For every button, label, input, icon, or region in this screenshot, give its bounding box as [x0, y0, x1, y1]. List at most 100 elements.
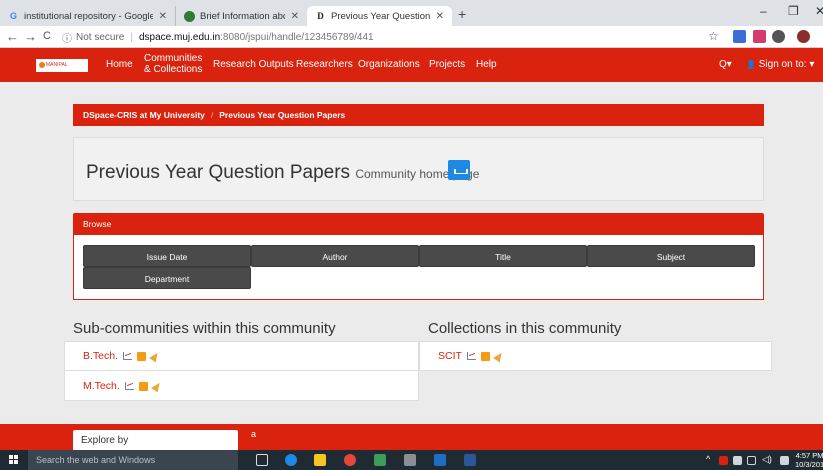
collection-link[interactable]: SCIT	[438, 350, 462, 362]
breadcrumb-current: Previous Year Question Papers	[219, 110, 346, 120]
rss-feed-icon[interactable]	[480, 351, 490, 361]
minimize-button[interactable]: –	[760, 4, 767, 18]
statistics-icon[interactable]	[123, 352, 133, 360]
volume-icon[interactable]: ◁)	[762, 454, 772, 465]
subcommunity-link[interactable]: M.Tech.	[83, 380, 120, 392]
browse-subject-button[interactable]: Subject	[587, 245, 755, 267]
url-path: :8080/jspui/handle/123456789/441	[220, 31, 374, 43]
list-item: SCIT	[420, 342, 771, 370]
forward-arrow-icon[interactable]: →	[24, 29, 37, 44]
page-title-text: Previous Year Question Papers	[86, 162, 351, 183]
footer-text: a	[251, 429, 257, 439]
info-icon[interactable]: ⓘ	[62, 30, 72, 45]
tab-close-icon[interactable]: ✕	[436, 11, 444, 22]
list-item: B.Tech.	[65, 342, 418, 371]
browser-toolbar: ← → C ⓘ Not secure | dspace.muj.edu.in :…	[0, 26, 823, 48]
app-icon[interactable]	[404, 454, 416, 466]
browse-panel-heading: Browse	[73, 213, 764, 235]
google-icon: G	[9, 10, 17, 21]
bookmark-star-icon[interactable]: ☆	[708, 29, 719, 43]
browse-author-button[interactable]: Author	[251, 245, 419, 267]
extension-icon[interactable]	[733, 30, 746, 43]
chrome-browser-icon[interactable]	[344, 454, 356, 466]
nav-help[interactable]: Help	[476, 59, 497, 70]
nav-communities-collections[interactable]: Communities & Collections	[144, 53, 202, 75]
breadcrumb: DSpace-CRIS at My University / Previous …	[73, 104, 764, 126]
statistics-icon[interactable]	[448, 160, 470, 180]
reload-icon[interactable]: C	[43, 30, 51, 42]
network-icon[interactable]	[747, 456, 756, 465]
extension-icon[interactable]	[753, 30, 766, 43]
clock-time: 4:57 PM	[795, 451, 823, 460]
subscribe-icon[interactable]	[493, 350, 505, 362]
outlook-icon[interactable]	[434, 454, 446, 466]
clock-date: 10/3/201	[795, 460, 823, 469]
app-icon[interactable]	[374, 454, 386, 466]
site-navbar: MANIPAL UNIVERSITY Home Communities & Co…	[0, 48, 823, 82]
sign-on-label: Sign on to: ▾	[758, 59, 815, 70]
tab-title: Brief Information about Institutio	[200, 10, 285, 22]
nav-communities-line1: Communities	[144, 53, 203, 64]
tray-chevron-icon[interactable]: ^	[706, 454, 710, 464]
notifications-icon[interactable]	[780, 456, 789, 465]
nav-home[interactable]: Home	[106, 59, 133, 70]
browser-tab-strip: G institutional repository - Google ✕ Br…	[0, 0, 823, 26]
explore-by-panel: Explore by	[73, 430, 238, 450]
browser-tab-brief-info[interactable]: Brief Information about Institutio ✕	[175, 6, 307, 26]
extension-icon[interactable]	[772, 30, 785, 43]
taskbar-clock[interactable]: 4:57 PM 10/3/201	[795, 451, 823, 469]
page-footer: Explore by a	[0, 424, 823, 450]
close-window-button[interactable]: ✕	[815, 4, 823, 18]
browser-tab-google-search[interactable]: G institutional repository - Google ✕	[0, 6, 175, 26]
subscribe-icon[interactable]	[150, 380, 163, 392]
user-icon: 👤	[746, 60, 756, 69]
back-arrow-icon[interactable]: ←	[6, 29, 19, 44]
maximize-button[interactable]: ❐	[788, 4, 799, 18]
tab-close-icon[interactable]: ✕	[291, 11, 299, 22]
tab-title: institutional repository - Google	[24, 10, 153, 22]
collections-heading: Collections in this community	[428, 320, 622, 337]
tray-app-icon[interactable]	[719, 456, 728, 465]
sign-on-menu[interactable]: 👤 Sign on to: ▾	[746, 59, 814, 70]
windows-taskbar: Search the web and Windows ^ ◁) 4:57 PM …	[0, 450, 823, 470]
edge-browser-icon[interactable]	[285, 454, 297, 466]
community-header: Previous Year Question Papers Community …	[73, 137, 764, 201]
taskbar-search-box[interactable]: Search the web and Windows	[28, 450, 238, 470]
nav-organizations[interactable]: Organizations	[358, 59, 420, 70]
nav-projects[interactable]: Projects	[429, 59, 465, 70]
browse-title-button[interactable]: Title	[419, 245, 587, 267]
browse-department-button[interactable]: Department	[83, 267, 251, 289]
windows-start-icon[interactable]	[9, 455, 19, 465]
subcommunities-list: B.Tech. M.Tech.	[64, 341, 419, 401]
nav-communities-line2: & Collections	[144, 64, 203, 75]
task-view-icon[interactable]	[256, 454, 268, 466]
statistics-icon[interactable]	[466, 352, 476, 360]
browse-panel: Issue Date Author Title Subject Departme…	[73, 235, 764, 300]
profile-avatar[interactable]	[797, 30, 810, 43]
subcommunity-link[interactable]: B.Tech.	[83, 350, 118, 362]
nav-research-outputs[interactable]: Research Outputs	[213, 59, 294, 70]
new-tab-button[interactable]: +	[458, 6, 466, 22]
address-bar[interactable]: ⓘ Not secure | dspace.muj.edu.in :8080/j…	[62, 28, 682, 46]
subcommunities-heading: Sub-communities within this community	[73, 320, 336, 337]
battery-icon[interactable]	[733, 456, 742, 465]
search-icon[interactable]: Q▾	[719, 59, 732, 70]
security-label: Not secure	[76, 31, 125, 43]
tab-title: Previous Year Question Papers | D	[331, 10, 430, 22]
rss-feed-icon[interactable]	[137, 351, 147, 361]
word-icon[interactable]	[464, 454, 476, 466]
browse-issue-date-button[interactable]: Issue Date	[83, 245, 251, 267]
statistics-icon[interactable]	[124, 382, 134, 390]
breadcrumb-separator: /	[210, 110, 214, 120]
dspace-icon: D	[317, 10, 324, 21]
file-explorer-icon[interactable]	[314, 454, 326, 466]
breadcrumb-root-link[interactable]: DSpace-CRIS at My University	[83, 110, 205, 120]
rss-feed-icon[interactable]	[138, 381, 148, 391]
subscribe-icon[interactable]	[149, 350, 161, 362]
collections-list: SCIT	[419, 341, 772, 371]
url-separator: |	[130, 31, 133, 43]
university-logo[interactable]: MANIPAL UNIVERSITY	[36, 59, 88, 72]
browser-tab-active[interactable]: D Previous Year Question Papers | D ✕	[307, 6, 452, 26]
tab-close-icon[interactable]: ✕	[159, 11, 167, 22]
nav-researchers[interactable]: Researchers	[296, 59, 353, 70]
